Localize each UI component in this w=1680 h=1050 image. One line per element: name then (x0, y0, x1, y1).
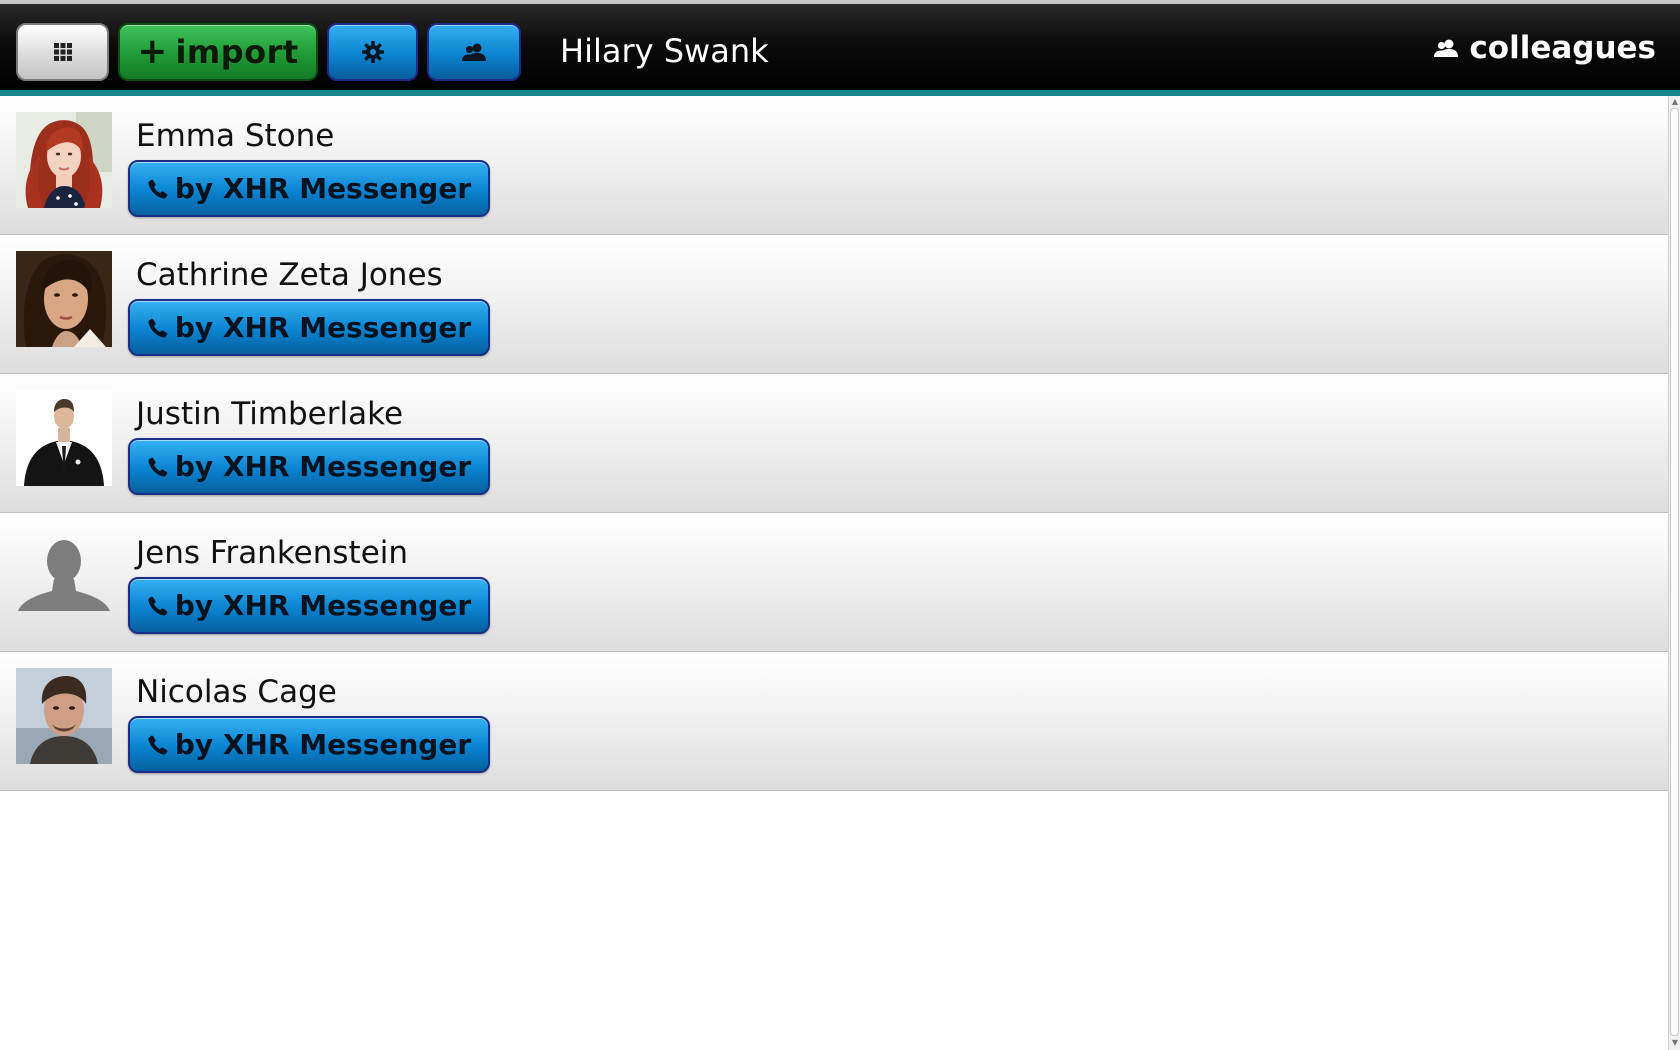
contact-name: Jens Frankenstein (136, 535, 409, 571)
grid-icon (53, 43, 72, 61)
phone-icon (148, 596, 168, 616)
call-button-label: by XHR Messenger (174, 311, 472, 344)
call-button-label: by XHR Messenger (174, 450, 472, 483)
default-avatar-icon (18, 540, 110, 611)
scroll-down-icon[interactable]: ▼ (1671, 1038, 1679, 1048)
call-button-label: by XHR Messenger (174, 172, 472, 205)
gear-icon (361, 41, 384, 63)
avatar (16, 112, 112, 208)
call-button[interactable]: by XHR Messenger (128, 160, 490, 217)
section-title: colleagues (1433, 30, 1656, 66)
contact-name: Emma Stone (136, 118, 335, 154)
contact-row: Nicolas Cage by XHR Messenger (0, 652, 1668, 791)
import-button-label: import (175, 33, 299, 71)
plus-icon: + (137, 31, 168, 72)
contacts-button[interactable] (427, 23, 521, 81)
phone-icon (148, 735, 168, 755)
section-title-label: colleagues (1469, 30, 1656, 66)
contact-row: Justin Timberlake by XHR Messenger (0, 374, 1668, 513)
settings-button[interactable] (327, 23, 418, 81)
current-user-name: Hilary Swank (560, 32, 769, 70)
phone-icon (148, 457, 168, 477)
call-button[interactable]: by XHR Messenger (128, 299, 490, 356)
contact-row: Emma Stone by XHR Messenger (0, 96, 1668, 235)
contact-name: Nicolas Cage (136, 674, 337, 710)
top-bar: + import Hilary Swank colleagues (0, 0, 1680, 96)
contact-name: Justin Timberlake (136, 396, 404, 432)
phone-icon (148, 179, 168, 199)
apps-menu-button[interactable] (16, 23, 109, 81)
avatar (16, 390, 112, 486)
scroll-up-icon[interactable]: ▲ (1671, 97, 1679, 107)
contact-row: Cathrine Zeta Jones by XHR Messenger (0, 235, 1668, 374)
vertical-scrollbar[interactable]: ▲ ▼ (1668, 96, 1680, 1050)
avatar (16, 668, 112, 764)
call-button-label: by XHR Messenger (174, 728, 472, 761)
import-button[interactable]: + import (118, 23, 318, 81)
people-icon (462, 43, 486, 61)
call-button[interactable]: by XHR Messenger (128, 577, 490, 634)
contact-list: Emma Stone by XHR Messenger Cathrine Zet… (0, 96, 1668, 791)
phone-icon (148, 318, 168, 338)
people-icon (1434, 39, 1459, 57)
avatar (16, 529, 112, 625)
call-button[interactable]: by XHR Messenger (128, 716, 490, 773)
call-button-label: by XHR Messenger (174, 589, 472, 622)
call-button[interactable]: by XHR Messenger (128, 438, 490, 495)
contact-row: Jens Frankenstein by XHR Messenger (0, 513, 1668, 652)
avatar (16, 251, 112, 347)
contact-name: Cathrine Zeta Jones (136, 257, 443, 293)
scroll-thumb[interactable] (1670, 108, 1679, 1036)
